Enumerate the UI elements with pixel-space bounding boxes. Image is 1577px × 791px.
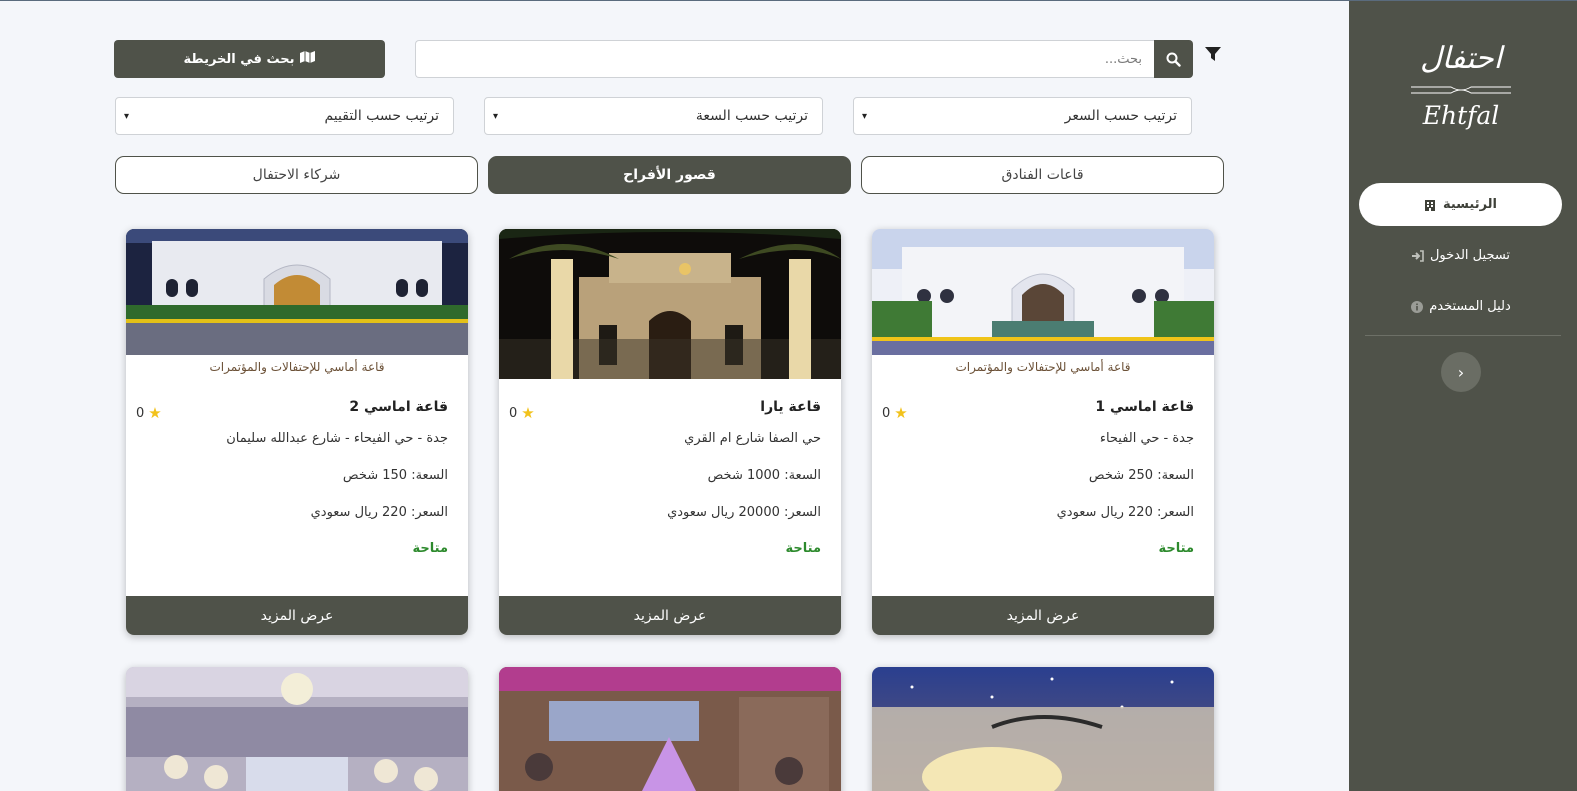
rating-value: 0 — [882, 405, 891, 421]
chevron-down-icon: ▾ — [493, 110, 499, 122]
sort-by-price-value: ترتيب حسب السعر — [1064, 108, 1177, 124]
tab-wedding-palaces[interactable]: قصور الأفراح — [488, 156, 851, 194]
venue-rating: 0 ★ — [136, 404, 162, 422]
map-search-label: بحث في الخريطة — [183, 51, 295, 67]
sidebar-item-label: الرئيسية — [1442, 197, 1498, 212]
venue-status-badge: متاحة — [785, 541, 822, 556]
search-input[interactable] — [415, 40, 1154, 78]
venue-status-badge: متاحة — [1158, 541, 1195, 556]
sidebar-item-label: دليل المستخدم — [1429, 299, 1511, 314]
logo[interactable]: احتفال Ehtfal — [1399, 39, 1523, 159]
venue-status-badge: متاحة — [412, 541, 449, 556]
venue-card: قاعة أماسي للإحتفالات والمؤتمرات قاعة ام… — [872, 229, 1214, 635]
sort-by-capacity-value: ترتيب حسب السعة — [695, 108, 808, 124]
venue-location: حي الصفا شارع ام القري — [684, 431, 821, 446]
chevron-right-icon: › — [1457, 362, 1465, 382]
venue-rating: 0 ★ — [882, 404, 908, 422]
venue-title[interactable]: قاعة اماسي 1 — [1095, 399, 1194, 415]
sidebar-nav: الرئيسية تسجيل الدخول دليل المستخدم — [1359, 183, 1562, 336]
star-icon: ★ — [148, 404, 162, 422]
filter-icon[interactable] — [1204, 45, 1222, 63]
venue-rating: 0 ★ — [509, 404, 535, 422]
sort-by-price-select[interactable]: ▾ ترتيب حسب السعر — [853, 97, 1192, 135]
sidebar-item-label: تسجيل الدخول — [1429, 248, 1511, 263]
sidebar-item-login[interactable]: تسجيل الدخول — [1359, 234, 1562, 277]
venue-capacity: السعة: 1000 شخص — [707, 468, 821, 483]
venue-card: قاعة يارا 0 ★ حي الصفا شارع ام القري الس… — [499, 229, 841, 635]
sort-by-rating-select[interactable]: ▾ ترتيب حسب التقييم — [115, 97, 454, 135]
sort-by-capacity-select[interactable]: ▾ ترتيب حسب السعة — [484, 97, 823, 135]
sidebar-collapse-button[interactable]: › — [1441, 352, 1481, 392]
map-icon — [300, 51, 316, 67]
building-icon — [1424, 198, 1437, 211]
venue-card: قاعة أماسي للإحتفالات والمؤتمرات قاعة ام… — [126, 229, 468, 635]
venue-image-banner: قاعة أماسي للإحتفالات والمؤتمرات — [872, 355, 1214, 379]
venue-title[interactable]: قاعة اماسي 2 — [349, 399, 448, 415]
venue-image-banner: قاعة أماسي للإحتفالات والمؤتمرات — [126, 355, 468, 379]
info-icon — [1410, 300, 1423, 313]
venue-price: السعر: 220 ريال سعودي — [310, 505, 448, 520]
venue-location: جدة - حي الفيحاء - شارع عبدالله سليمان — [226, 431, 448, 446]
star-icon: ★ — [521, 404, 535, 422]
sidebar: احتفال Ehtfal الرئيسية تسجيل الدخول دليل… — [1349, 1, 1577, 791]
map-search-button[interactable]: بحث في الخريطة — [114, 40, 385, 78]
venue-title[interactable]: قاعة يارا — [760, 399, 821, 415]
venue-image[interactable] — [499, 229, 841, 379]
venue-card-image[interactable] — [872, 667, 1214, 791]
venue-location: جدة - حي الفيحاء — [1099, 431, 1194, 446]
search-button[interactable] — [1154, 40, 1193, 78]
venue-capacity: السعة: 150 شخص — [342, 468, 448, 483]
view-more-button[interactable]: عرض المزيد — [499, 596, 841, 635]
logo-ornament-icon — [1411, 86, 1511, 94]
rating-value: 0 — [136, 405, 145, 421]
logo-english: Ehtfal — [1422, 101, 1500, 130]
view-more-button[interactable]: عرض المزيد — [126, 596, 468, 635]
star-icon: ★ — [894, 404, 908, 422]
tab-partners[interactable]: شركاء الاحتفال — [115, 156, 478, 194]
venue-card-image[interactable] — [499, 667, 841, 791]
search-icon — [1166, 52, 1181, 67]
venue-price: السعر: 220 ريال سعودي — [1056, 505, 1194, 520]
venue-capacity: السعة: 250 شخص — [1088, 468, 1194, 483]
venue-price: السعر: 20000 ريال سعودي — [667, 505, 821, 520]
venue-image[interactable]: قاعة أماسي للإحتفالات والمؤتمرات — [126, 229, 468, 379]
sign-in-icon — [1411, 249, 1424, 262]
sidebar-item-home[interactable]: الرئيسية — [1359, 183, 1562, 226]
chevron-down-icon: ▾ — [124, 110, 130, 122]
chevron-down-icon: ▾ — [862, 110, 868, 122]
tab-hotel-halls[interactable]: قاعات الفنادق — [861, 156, 1224, 194]
view-more-button[interactable]: عرض المزيد — [872, 596, 1214, 635]
venue-image[interactable]: قاعة أماسي للإحتفالات والمؤتمرات — [872, 229, 1214, 379]
rating-value: 0 — [509, 405, 518, 421]
sidebar-divider — [1365, 335, 1561, 336]
venue-card-image[interactable] — [126, 667, 468, 791]
logo-arabic: احتفال — [1419, 41, 1503, 76]
search-bar — [415, 40, 1193, 78]
sidebar-item-user-guide[interactable]: دليل المستخدم — [1359, 285, 1562, 328]
sort-by-rating-value: ترتيب حسب التقييم — [324, 108, 439, 124]
